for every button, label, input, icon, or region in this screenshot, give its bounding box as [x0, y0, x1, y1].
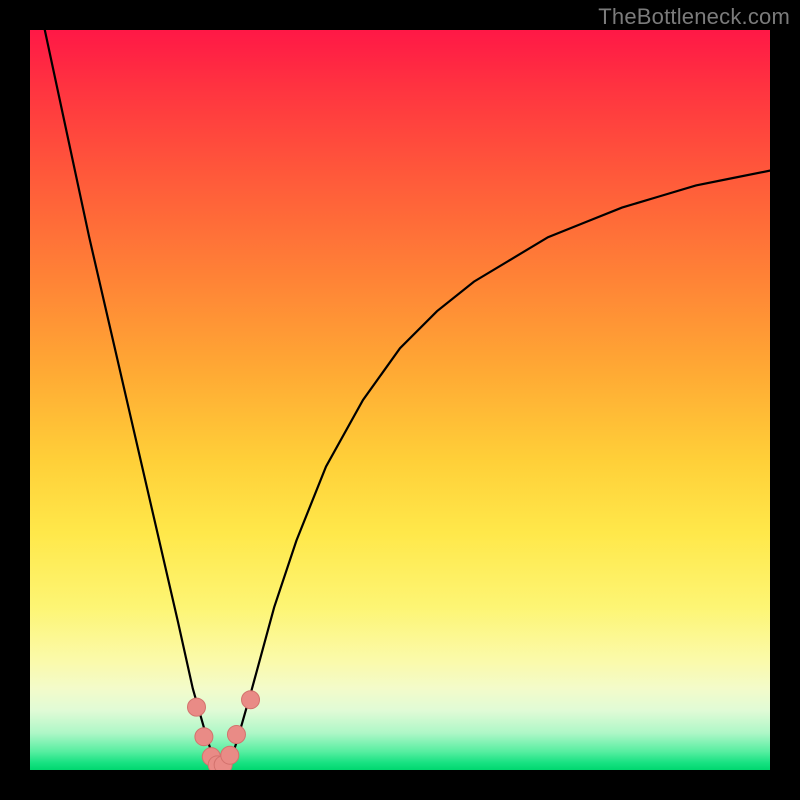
curve-marker [195, 728, 213, 746]
curve-path [45, 30, 770, 770]
curve-marker [227, 725, 245, 743]
curve-markers [188, 691, 260, 770]
curve-marker [221, 746, 239, 764]
curve-marker [242, 691, 260, 709]
curve-marker [188, 698, 206, 716]
plot-area [30, 30, 770, 770]
chart-frame: TheBottleneck.com [0, 0, 800, 800]
watermark-text: TheBottleneck.com [598, 4, 790, 30]
bottleneck-curve [30, 30, 770, 770]
